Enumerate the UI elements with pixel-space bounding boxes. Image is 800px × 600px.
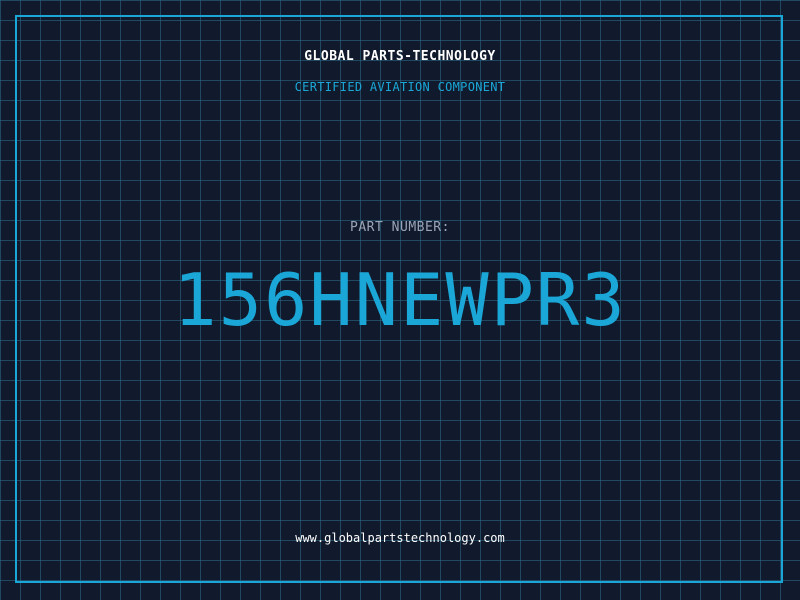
component-subtitle: CERTIFIED AVIATION COMPONENT: [294, 80, 506, 94]
company-name: GLOBAL PARTS-TECHNOLOGY: [304, 49, 496, 64]
part-label-card: GLOBAL PARTS-TECHNOLOGY CERTIFIED AVIATI…: [0, 0, 800, 600]
part-number-value: 156HNEWPR3: [173, 258, 627, 342]
part-number-label: PART NUMBER:: [350, 220, 450, 235]
website-url: www.globalpartstechnology.com: [295, 531, 505, 545]
